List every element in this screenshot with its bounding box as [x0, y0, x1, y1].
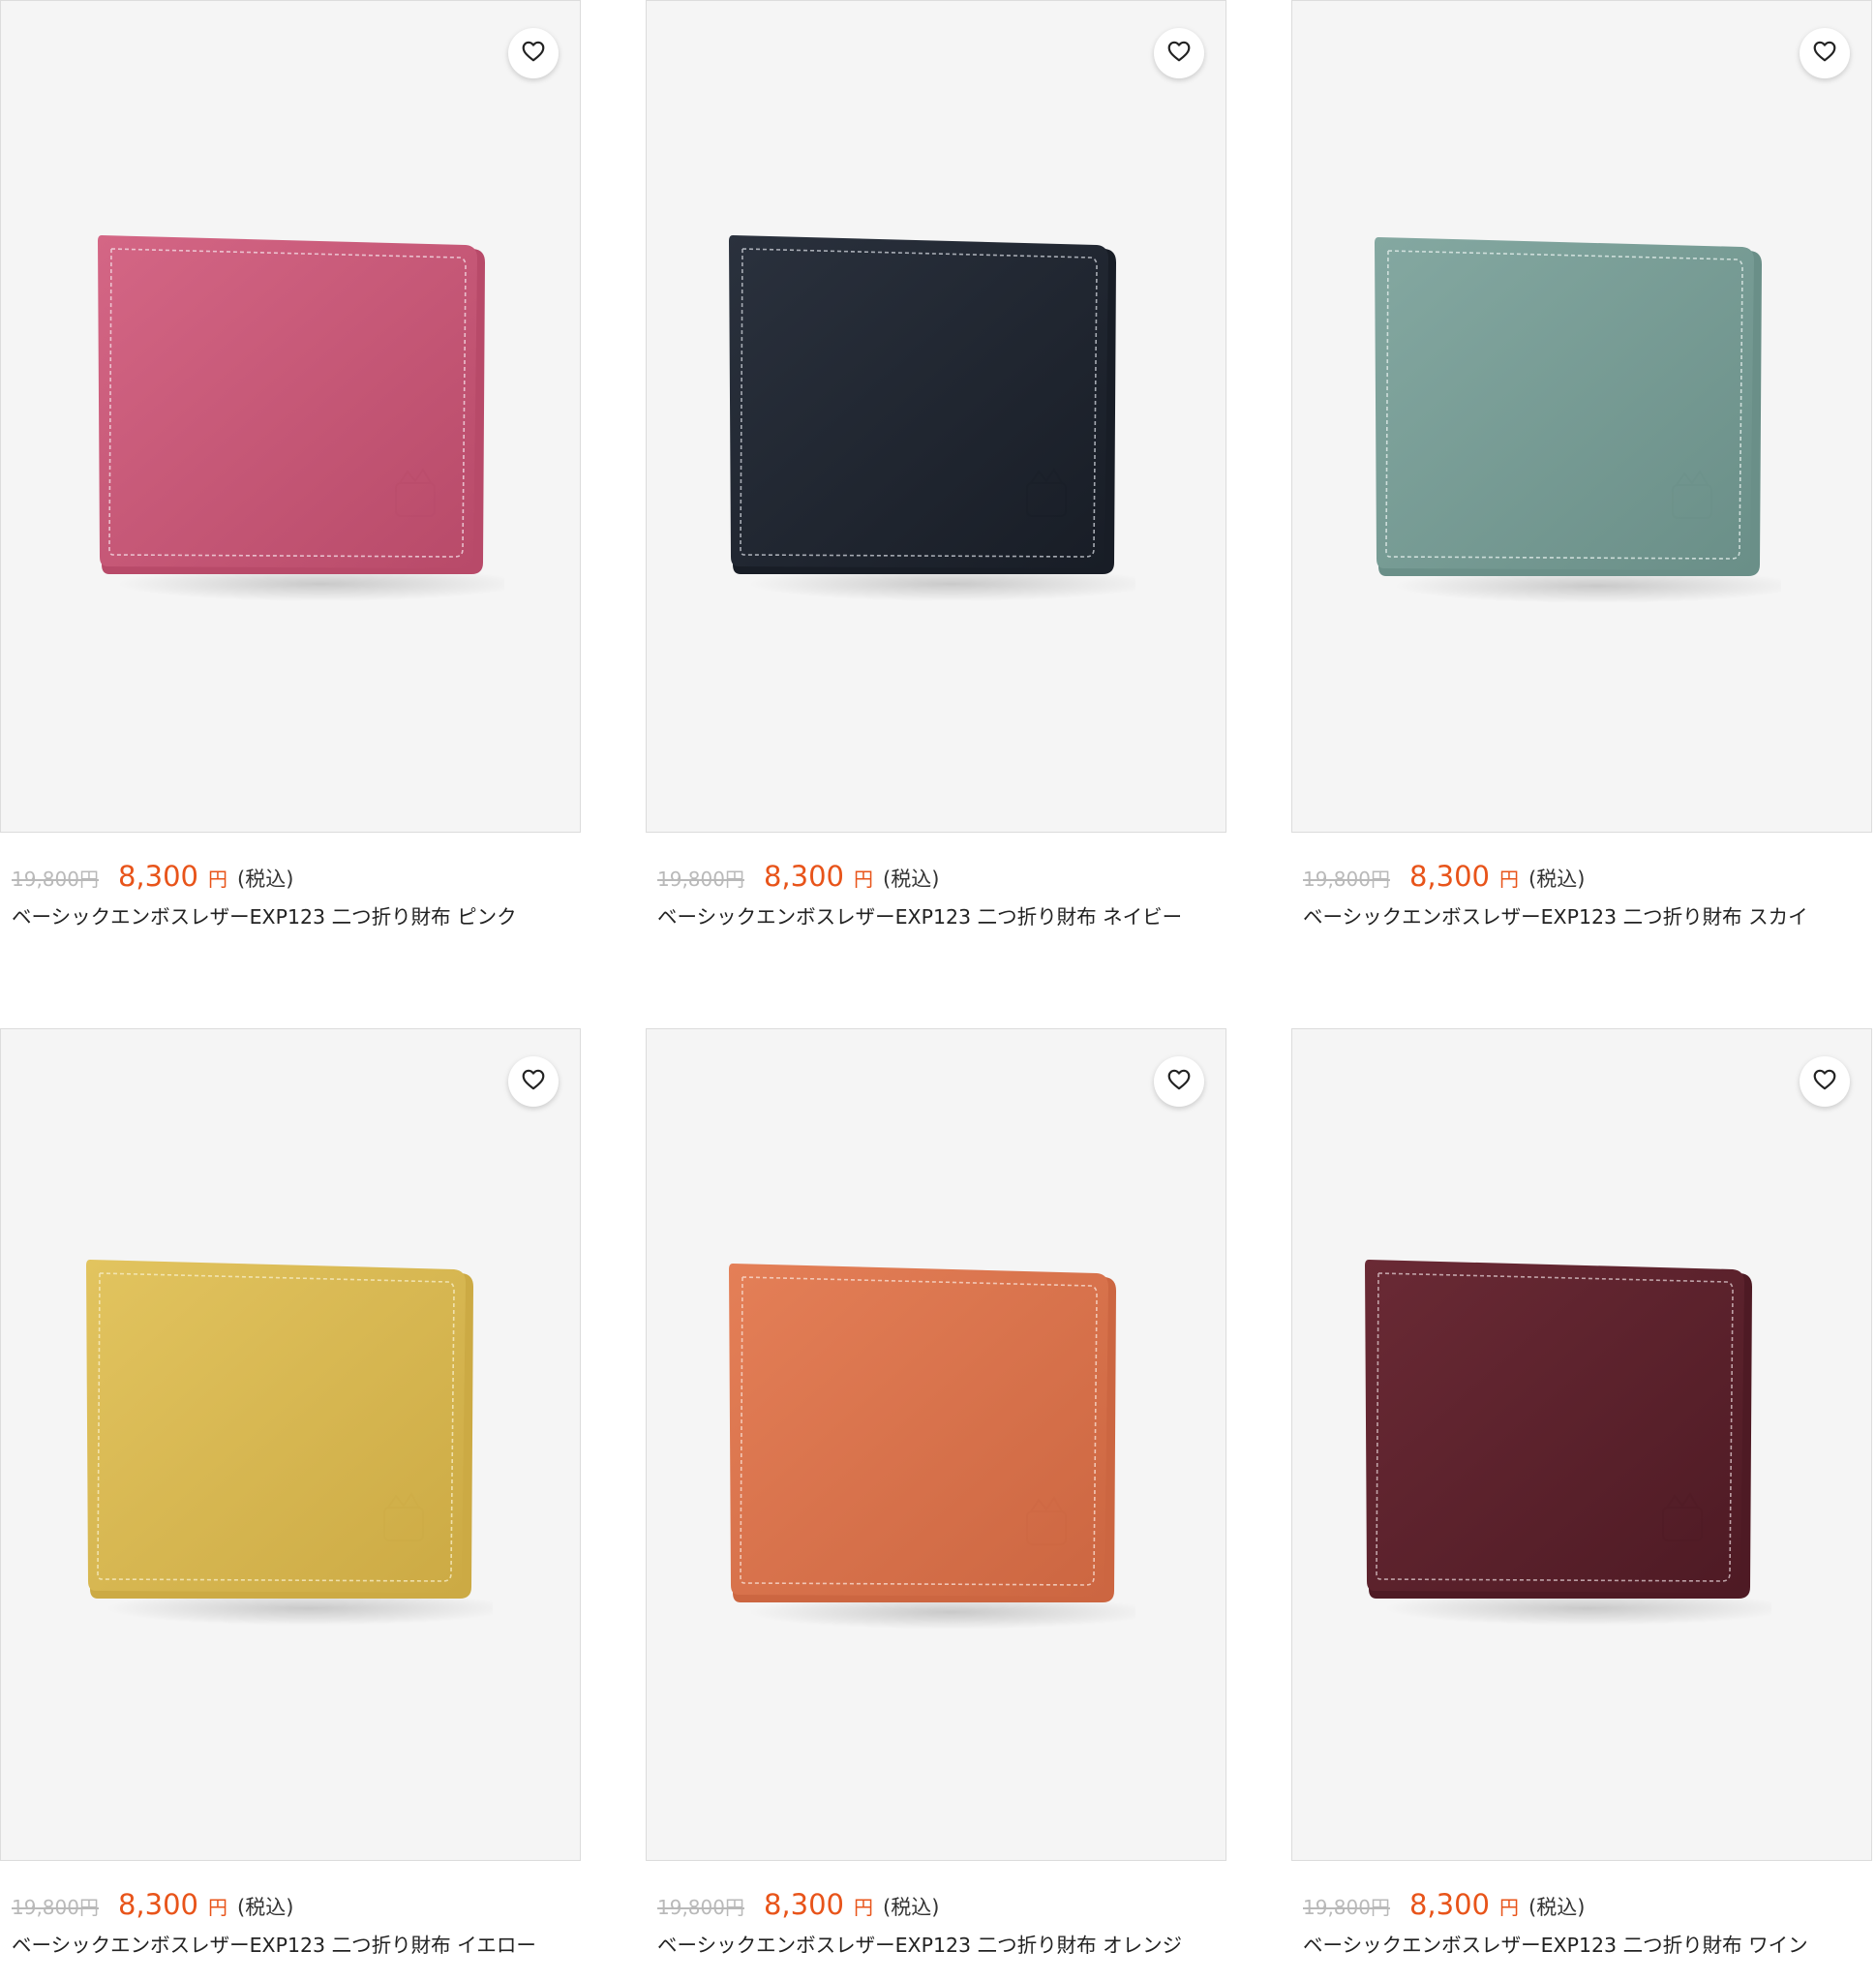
sale-price: 8,300 — [763, 860, 845, 893]
heart-icon — [521, 1067, 546, 1096]
product-card[interactable]: 19,800円 8,300 円 (税込) ベーシックエンボスレザーEXP123 … — [1291, 0, 1872, 934]
sale-price: 8,300 — [117, 860, 199, 893]
product-title[interactable]: ベーシックエンボスレザーEXP123 二つ折り財布 ワイン — [1291, 1929, 1872, 1963]
product-card[interactable]: 19,800円 8,300 円 (税込) ベーシックエンボスレザーEXP123 … — [1291, 1028, 1872, 1963]
original-price: 19,800円 — [12, 1896, 99, 1919]
heart-icon — [1166, 39, 1192, 68]
sale-price: 8,300 — [1408, 1888, 1491, 1921]
product-image[interactable] — [0, 0, 581, 833]
favorite-button[interactable] — [1154, 1056, 1204, 1107]
favorite-button[interactable] — [1800, 28, 1850, 78]
product-title[interactable]: ベーシックエンボスレザーEXP123 二つ折り財布 イエロー — [0, 1929, 581, 1963]
product-image[interactable] — [1291, 0, 1872, 833]
product-card[interactable]: 19,800円 8,300 円 (税込) ベーシックエンボスレザーEXP123 … — [0, 1028, 581, 1963]
original-price: 19,800円 — [657, 868, 744, 891]
heart-icon — [1166, 1067, 1192, 1096]
heart-icon — [1812, 39, 1837, 68]
wallet-image — [729, 1262, 1135, 1639]
currency-unit: 円 — [1499, 1896, 1520, 1919]
favorite-button[interactable] — [1800, 1056, 1850, 1107]
wallet-image — [1365, 1258, 1771, 1635]
price-row: 19,800円 8,300 円 (税込) — [1291, 1888, 1872, 1921]
product-card[interactable]: 19,800円 8,300 円 (税込) ベーシックエンボスレザーEXP123 … — [0, 0, 581, 934]
product-title[interactable]: ベーシックエンボスレザーEXP123 二つ折り財布 オレンジ — [646, 1929, 1226, 1963]
product-image[interactable] — [646, 1028, 1226, 1861]
sale-price: 8,300 — [117, 1888, 199, 1921]
tax-note: (税込) — [237, 868, 294, 891]
tax-note: (税込) — [1528, 1896, 1586, 1919]
tax-note: (税込) — [1528, 868, 1586, 891]
tax-note: (税込) — [883, 868, 940, 891]
wallet-image — [729, 233, 1135, 611]
currency-unit: 円 — [208, 1896, 228, 1919]
heart-icon — [521, 39, 546, 68]
product-card[interactable]: 19,800円 8,300 円 (税込) ベーシックエンボスレザーEXP123 … — [646, 1028, 1226, 1963]
price-row: 19,800円 8,300 円 (税込) — [0, 860, 581, 893]
product-image[interactable] — [1291, 1028, 1872, 1861]
product-grid: 19,800円 8,300 円 (税込) ベーシックエンボスレザーEXP123 … — [0, 0, 1876, 1981]
price-row: 19,800円 8,300 円 (税込) — [646, 1888, 1226, 1921]
product-title[interactable]: ベーシックエンボスレザーEXP123 二つ折り財布 スカイ — [1291, 900, 1872, 934]
sale-price: 8,300 — [1408, 860, 1491, 893]
product-image[interactable] — [646, 0, 1226, 833]
wallet-image — [1375, 235, 1781, 613]
favorite-button[interactable] — [508, 28, 559, 78]
price-row: 19,800円 8,300 円 (税込) — [0, 1888, 581, 1921]
currency-unit: 円 — [854, 868, 874, 891]
favorite-button[interactable] — [1154, 28, 1204, 78]
tax-note: (税込) — [237, 1896, 294, 1919]
original-price: 19,800円 — [1303, 868, 1390, 891]
wallet-image — [86, 1258, 493, 1635]
product-image[interactable] — [0, 1028, 581, 1861]
original-price: 19,800円 — [657, 1896, 744, 1919]
original-price: 19,800円 — [12, 868, 99, 891]
sale-price: 8,300 — [763, 1888, 845, 1921]
product-card[interactable]: 19,800円 8,300 円 (税込) ベーシックエンボスレザーEXP123 … — [646, 0, 1226, 934]
currency-unit: 円 — [854, 1896, 874, 1919]
product-title[interactable]: ベーシックエンボスレザーEXP123 二つ折り財布 ネイビー — [646, 900, 1226, 934]
wallet-image — [98, 233, 504, 611]
currency-unit: 円 — [208, 868, 228, 891]
price-row: 19,800円 8,300 円 (税込) — [1291, 860, 1872, 893]
favorite-button[interactable] — [508, 1056, 559, 1107]
price-row: 19,800円 8,300 円 (税込) — [646, 860, 1226, 893]
original-price: 19,800円 — [1303, 1896, 1390, 1919]
tax-note: (税込) — [883, 1896, 940, 1919]
heart-icon — [1812, 1067, 1837, 1096]
product-title[interactable]: ベーシックエンボスレザーEXP123 二つ折り財布 ピンク — [0, 900, 581, 934]
currency-unit: 円 — [1499, 868, 1520, 891]
